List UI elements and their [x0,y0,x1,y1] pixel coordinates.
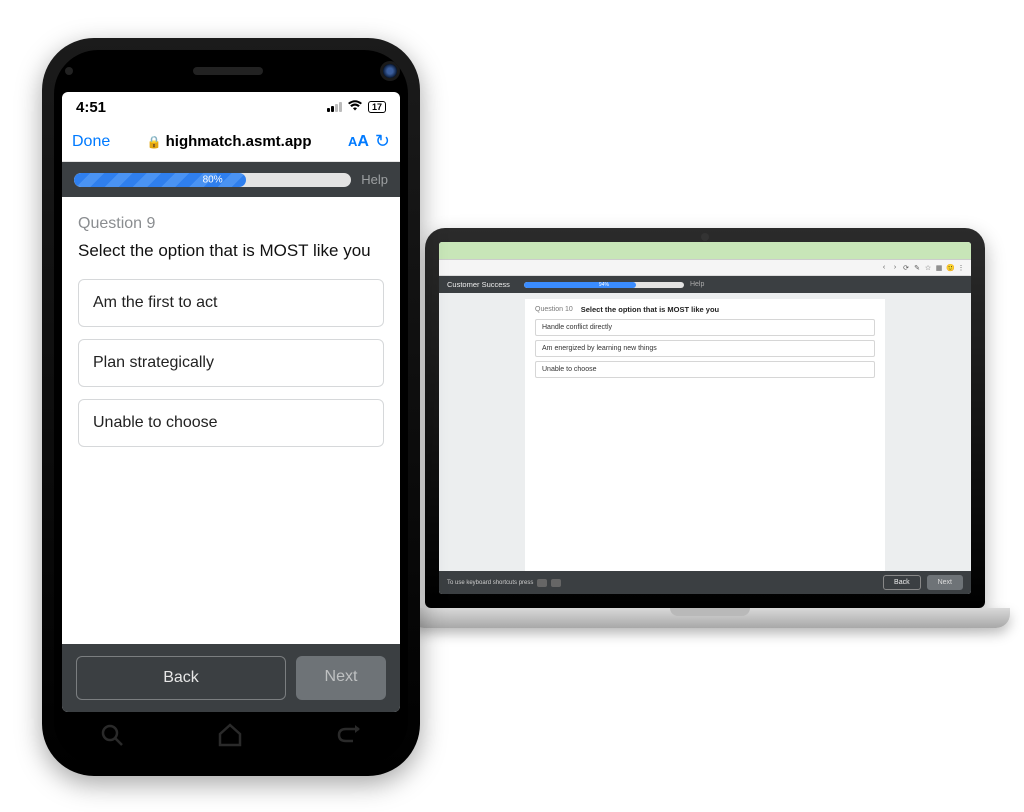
progress-percent: 94% [599,282,609,288]
question-card: Question 10 Select the option that is MO… [525,299,885,571]
next-button[interactable]: Next [927,575,963,590]
url-text: highmatch.asmt.app [166,133,312,150]
laptop-base [410,608,1010,628]
answer-option[interactable]: Am the first to act [78,279,384,327]
phone-sensor-bar [54,50,408,92]
menu-icon[interactable]: ⋮ [957,264,965,272]
sensor-dot [65,67,73,75]
phone-mockup: 4:51 17 Done 🔒 highmatch.asmt.app AA ↻ [42,38,420,776]
laptop-camera [701,233,709,241]
wifi-icon [348,100,362,114]
question-prompt: Select the option that is MOST like you [78,241,384,261]
answer-option[interactable]: Unable to choose [535,361,875,378]
app-footer: Back Next [62,644,400,712]
text-size-button[interactable]: AA [348,133,369,151]
laptop-body: ‹ › ⟳ ✎ ☆ ▦ 🙂 ⋮ Customer Success 94% Hel… [425,228,985,608]
done-button[interactable]: Done [72,133,110,151]
home-icon[interactable] [217,722,243,754]
nav-back-icon[interactable]: ‹ [880,264,888,271]
lock-icon: 🔒 [147,135,162,149]
progress-wrap: 94% Help [524,281,963,288]
laptop-notch [670,608,750,616]
app-footer: To use keyboard shortcuts press Back Nex… [439,571,971,594]
nav-forward-icon[interactable]: › [891,264,899,271]
extension-icon[interactable]: ▦ [935,264,943,272]
star-icon[interactable]: ☆ [924,264,932,272]
browser-tab-bar [439,242,971,260]
back-button[interactable]: Back [76,656,286,700]
app-header: Customer Success 94% Help [439,276,971,293]
answer-option[interactable]: Unable to choose [78,399,384,447]
status-indicators: 17 [327,100,386,114]
app-title: Customer Success [447,280,510,289]
progress-bar: 94% [524,282,684,288]
question-number: Question 10 [535,306,573,313]
signal-icon [327,102,342,112]
question-area: Question 9 Select the option that is MOS… [62,197,400,644]
tool-icon[interactable]: ✎ [913,264,921,272]
speaker-grill [193,67,263,75]
next-button[interactable]: Next [296,656,386,700]
answer-option[interactable]: Plan strategically [78,339,384,387]
key-icon [551,579,561,587]
safari-toolbar: Done 🔒 highmatch.asmt.app AA ↻ [62,122,400,162]
profile-icon[interactable]: 🙂 [946,264,954,272]
reload-icon[interactable]: ↻ [375,131,390,152]
content-area: Question 10 Select the option that is MO… [439,293,971,571]
progress-percent: 80% [203,174,223,185]
help-link[interactable]: Help [361,172,388,187]
back-button[interactable]: Back [883,575,921,590]
laptop-screen: ‹ › ⟳ ✎ ☆ ▦ 🙂 ⋮ Customer Success 94% Hel… [439,242,971,594]
browser-toolbar: ‹ › ⟳ ✎ ☆ ▦ 🙂 ⋮ [439,260,971,276]
search-icon[interactable] [100,723,124,753]
front-camera [383,64,397,78]
key-icon [537,579,547,587]
progress-fill [524,282,636,288]
question-number: Question 9 [78,215,384,233]
app-header: 80% Help [62,162,400,197]
keyboard-hint-text: To use keyboard shortcuts press [447,580,533,586]
ios-status-bar: 4:51 17 [62,92,400,122]
answer-option[interactable]: Am energized by learning new things [535,340,875,357]
back-icon[interactable] [336,725,362,751]
url-display[interactable]: 🔒 highmatch.asmt.app [116,133,342,150]
phone-nav-bar [54,712,408,764]
help-link[interactable]: Help [690,281,704,288]
status-time: 4:51 [76,99,106,116]
phone-inner: 4:51 17 Done 🔒 highmatch.asmt.app AA ↻ [54,50,408,764]
answer-option[interactable]: Handle conflict directly [535,319,875,336]
question-prompt: Select the option that is MOST like you [581,305,719,314]
laptop-mockup: ‹ › ⟳ ✎ ☆ ▦ 🙂 ⋮ Customer Success 94% Hel… [410,228,1000,648]
phone-screen: 4:51 17 Done 🔒 highmatch.asmt.app AA ↻ [62,92,400,712]
progress-bar: 80% [74,173,351,187]
battery-indicator: 17 [368,101,386,113]
keyboard-hint: To use keyboard shortcuts press [447,579,561,587]
reload-icon[interactable]: ⟳ [902,264,910,272]
